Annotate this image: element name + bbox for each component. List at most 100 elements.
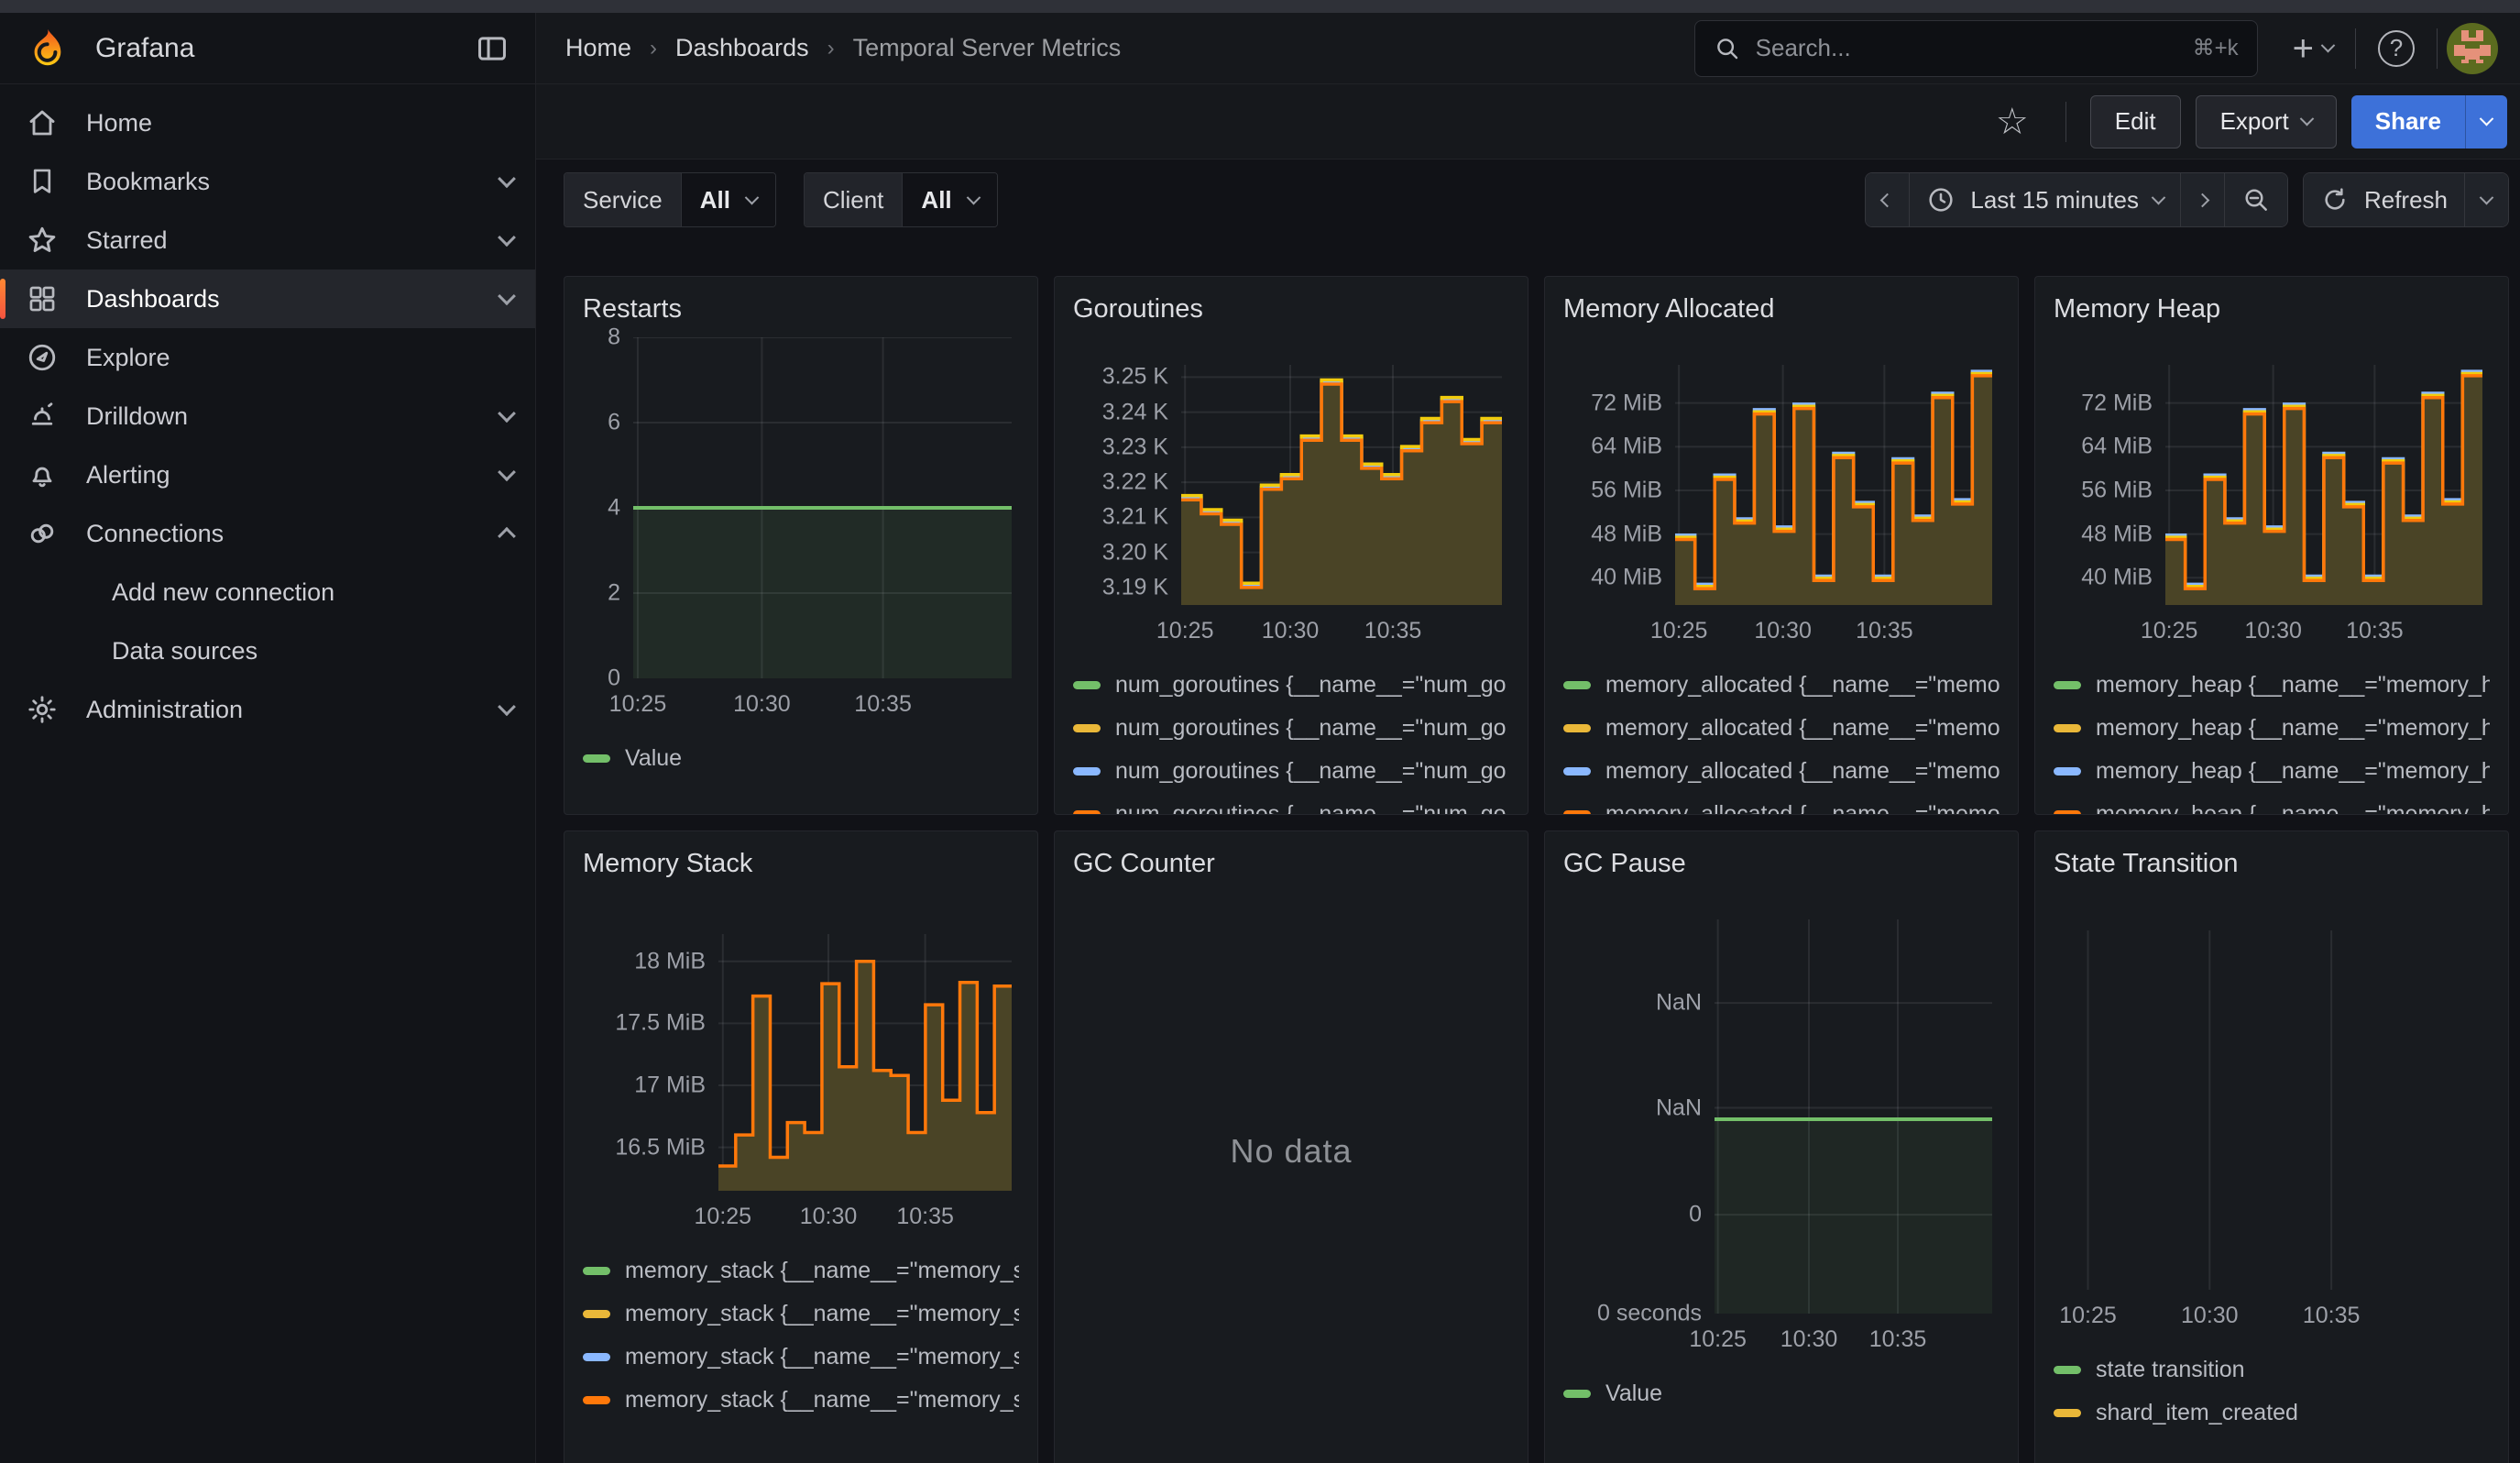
top-header: Home › Dashboards › Temporal Server Metr… <box>536 13 2520 84</box>
sidebar-item-connections[interactable]: Connections <box>0 504 535 563</box>
x-tick-label: 10:25 <box>1689 1326 1747 1353</box>
edit-button[interactable]: Edit <box>2090 95 2181 148</box>
sidebar-item-administration[interactable]: Administration <box>0 680 535 739</box>
y-tick-label: 72 MiB <box>2081 390 2153 416</box>
service-filter[interactable]: Service All <box>564 172 776 227</box>
memory_allocated-chart-svg[interactable] <box>1675 365 1992 605</box>
time-range-picker[interactable]: Last 15 minutes <box>1910 173 2181 226</box>
sidebar-item-home[interactable]: Home <box>0 94 535 152</box>
service-filter-value[interactable]: All <box>682 173 775 226</box>
legend-item[interactable]: memory_allocated {__name__="memo <box>1563 750 2000 793</box>
state_transition-chart-svg[interactable] <box>2063 930 2482 1290</box>
plot-area[interactable] <box>2063 930 2482 1290</box>
panel-state-transition: State Transition 10:2510:3010:35 state t… <box>2034 830 2509 1463</box>
export-button[interactable]: Export <box>2196 95 2337 148</box>
legend-label: memory_stack {__name__="memory_s <box>625 1258 1019 1284</box>
memory_stack-chart-svg[interactable] <box>718 934 1012 1191</box>
zoom-out-button[interactable] <box>2225 173 2287 226</box>
panel-goroutines: Goroutines 3.25 K3.24 K3.23 K3.22 K3.21 … <box>1054 276 1528 815</box>
restarts-chart-svg[interactable] <box>633 337 1012 678</box>
plot-area[interactable] <box>2165 365 2482 605</box>
plot-area[interactable] <box>633 337 1012 678</box>
y-tick-label: 48 MiB <box>2081 521 2153 547</box>
legend-item[interactable]: memory_stack {__name__="memory_s <box>583 1379 1019 1422</box>
chevron-down-icon <box>498 404 516 423</box>
dashboard-toolbar: ☆ Edit Export Share <box>536 84 2520 160</box>
sidebar-item-bookmarks[interactable]: Bookmarks <box>0 152 535 211</box>
legend-item[interactable]: memory_allocated {__name__="memo <box>1563 707 2000 750</box>
legend-item[interactable]: state transition <box>2054 1348 2490 1392</box>
legend-label: num_goroutines {__name__="num_go <box>1115 758 1507 785</box>
legend-item[interactable]: num_goroutines {__name__="num_go <box>1073 793 1509 815</box>
breadcrumb-current: Temporal Server Metrics <box>853 34 1122 62</box>
client-filter[interactable]: Client All <box>804 172 998 227</box>
legend-item[interactable]: memory_heap {__name__="memory_h <box>2054 664 2490 707</box>
panel-title[interactable]: Restarts <box>583 293 1019 324</box>
legend-item[interactable]: memory_heap {__name__="memory_h <box>2054 707 2490 750</box>
panel-title[interactable]: Memory Stack <box>583 848 1019 879</box>
legend-label: memory_stack {__name__="memory_s <box>625 1344 1019 1370</box>
sidebar-item-alerting[interactable]: Alerting <box>0 446 535 504</box>
panel-title[interactable]: GC Pause <box>1563 848 2000 879</box>
legend-label: Value <box>625 745 682 772</box>
sidebar-item-data-sources[interactable]: Data sources <box>0 622 535 680</box>
dock-sidebar-toggle-icon[interactable] <box>475 31 509 66</box>
memory_heap-chart-svg[interactable] <box>2165 365 2482 605</box>
legend-item[interactable]: memory_stack {__name__="memory_s <box>583 1249 1019 1292</box>
legend-item[interactable]: Value <box>583 737 1019 780</box>
legend-item[interactable]: memory_heap {__name__="memory_h <box>2054 793 2490 815</box>
search-input[interactable]: Search... ⌘+k <box>1694 20 2258 77</box>
legend-item[interactable]: memory_stack {__name__="memory_s <box>583 1292 1019 1336</box>
home-icon <box>24 106 60 139</box>
client-filter-value[interactable]: All <box>903 173 996 226</box>
legend-item[interactable]: memory_allocated {__name__="memo <box>1563 664 2000 707</box>
time-forward-button[interactable] <box>2181 173 2225 226</box>
legend-label: memory_allocated {__name__="memo <box>1605 672 2000 698</box>
sidebar-item-explore[interactable]: Explore <box>0 328 535 387</box>
legend-item[interactable]: memory_allocated {__name__="memo <box>1563 793 2000 815</box>
legend-item[interactable]: Value <box>1563 1372 2000 1415</box>
gc_pause-chart-svg[interactable] <box>1715 919 1992 1314</box>
sidebar-item-starred[interactable]: Starred <box>0 211 535 270</box>
breadcrumb-home[interactable]: Home <box>565 34 631 62</box>
active-indicator <box>0 279 5 319</box>
active-indicator <box>0 103 5 143</box>
share-dropdown-button[interactable] <box>2465 95 2507 148</box>
user-avatar[interactable] <box>2447 23 2498 74</box>
plot-area[interactable] <box>1181 365 1502 605</box>
legend-item[interactable]: memory_stack {__name__="memory_s <box>583 1336 1019 1379</box>
legend-item[interactable]: num_goroutines {__name__="num_go <box>1073 664 1509 707</box>
legend-color <box>1073 767 1101 776</box>
plot-area[interactable] <box>1715 919 1992 1314</box>
add-menu-button[interactable]: + <box>2280 20 2346 77</box>
y-tick-label: 8 <box>608 324 620 351</box>
chevron-down-icon <box>2480 112 2494 126</box>
y-tick-label: 72 MiB <box>1591 390 1662 416</box>
legend: state transitionshard_item_created <box>2054 1348 2490 1435</box>
panel-title[interactable]: Memory Heap <box>2054 293 2490 324</box>
panel-title[interactable]: Memory Allocated <box>1563 293 2000 324</box>
legend-label: memory_allocated {__name__="memo <box>1605 801 2000 815</box>
legend-item[interactable]: num_goroutines {__name__="num_go <box>1073 707 1509 750</box>
chevron-down-icon <box>2152 190 2166 204</box>
legend-item[interactable]: shard_item_created <box>2054 1392 2490 1435</box>
share-button[interactable]: Share <box>2351 95 2465 148</box>
plot-area[interactable] <box>1675 365 1992 605</box>
refresh-button[interactable]: Refresh <box>2304 173 2465 226</box>
favorite-star-button[interactable]: ☆ <box>1983 101 2042 143</box>
time-back-button[interactable] <box>1866 173 1910 226</box>
refresh-interval-button[interactable] <box>2465 173 2508 226</box>
breadcrumb-dashboards[interactable]: Dashboards <box>675 34 809 62</box>
plot-area[interactable] <box>718 934 1012 1191</box>
legend-label: num_goroutines {__name__="num_go <box>1115 672 1507 698</box>
panel-title[interactable]: Goroutines <box>1073 293 1509 324</box>
legend-item[interactable]: num_goroutines {__name__="num_go <box>1073 750 1509 793</box>
sidebar-item-drilldown[interactable]: Drilldown <box>0 387 535 446</box>
y-tick-label: 0 <box>1689 1202 1702 1228</box>
legend-item[interactable]: memory_heap {__name__="memory_h <box>2054 750 2490 793</box>
help-button[interactable]: ? <box>2365 20 2427 77</box>
sidebar-item-dashboards[interactable]: Dashboards <box>0 270 535 328</box>
panel-title[interactable]: State Transition <box>2054 848 2490 879</box>
sidebar-item-add-new-connection[interactable]: Add new connection <box>0 563 535 622</box>
goroutines-chart-svg[interactable] <box>1181 365 1502 605</box>
